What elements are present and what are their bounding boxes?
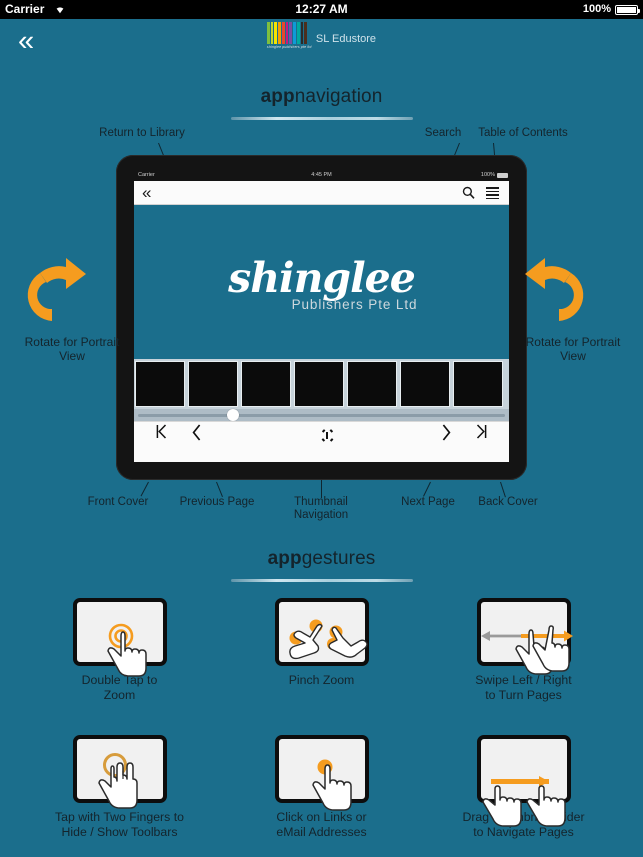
- search-icon[interactable]: [462, 186, 475, 199]
- logo-bar: [266, 22, 270, 44]
- chevron-left-icon[interactable]: [192, 424, 201, 441]
- rotate-left-label: Rotate for Portrait View: [24, 335, 120, 363]
- logo-bar: [293, 22, 296, 44]
- gesture-tile: [72, 598, 167, 677]
- skip-to-first-icon[interactable]: [156, 424, 167, 439]
- gesture-swipe[interactable]: Swipe Left / Right to Turn Pages: [454, 598, 594, 703]
- brand-logo: shinglee publishers pte ltd: [266, 22, 312, 49]
- callout-back-cover: Back Cover: [478, 496, 538, 508]
- logo-bar: [274, 22, 278, 44]
- ipad-battery-icon: [497, 173, 508, 178]
- brand-name: SL Edustore: [315, 33, 377, 45]
- leader-next-page: [423, 481, 431, 497]
- gesture-pinch-zoom[interactable]: Pinch Zoom: [252, 598, 392, 703]
- callout-table-of-contents: Table of Contents: [478, 127, 568, 139]
- slider-track: [138, 414, 505, 417]
- logo-bar: [281, 22, 285, 44]
- heading-regular-navigation: navigation: [294, 86, 383, 107]
- gesture-tile: [476, 735, 571, 827]
- heading-divider-gestures: [230, 579, 413, 582]
- thumbnail-item[interactable]: [347, 361, 397, 407]
- logo-bar: [270, 22, 274, 44]
- page-logo-word: shinglee: [228, 254, 416, 302]
- logo-color-bars: [266, 22, 307, 44]
- logo-bar: [278, 22, 281, 44]
- app-screen: Carrier 12:27 AM 100% « shinglee publish…: [0, 0, 643, 857]
- thumbnail-strip[interactable]: [134, 359, 509, 409]
- heading-regular-gestures: gestures: [301, 548, 376, 569]
- logo-bar: [285, 22, 289, 44]
- thumbnail-slider[interactable]: [134, 409, 509, 421]
- gesture-tap-link[interactable]: Click on Links or eMail Addresses: [252, 735, 392, 840]
- heading-bold-navigation: app: [260, 86, 295, 107]
- device-status-bar: Carrier 12:27 AM 100%: [0, 0, 643, 19]
- ipad-device: Carrier 4:45 PM 100% « shinglee Publishe…: [116, 155, 527, 480]
- thumbnail-item[interactable]: [453, 361, 503, 407]
- thumbnail-item[interactable]: [294, 361, 344, 407]
- callout-front-cover: Front Cover: [87, 496, 149, 508]
- app-bar: « shinglee publishers pte ltd SL Edustor…: [0, 19, 643, 65]
- rotate-left-callout: Rotate for Portrait View: [20, 255, 124, 363]
- brand-logo-subtitle: shinglee publishers pte ltd: [266, 45, 312, 49]
- callout-next-page: Next Page: [401, 496, 455, 508]
- reader-top-toolbar: «: [134, 181, 509, 205]
- logo-bar: [296, 22, 300, 44]
- gesture-tile: [274, 598, 369, 666]
- logo-bar: [289, 22, 293, 44]
- chevron-right-icon[interactable]: [442, 424, 451, 441]
- callout-return-to-library: Return to Library: [99, 127, 185, 139]
- thumbnail-item[interactable]: [241, 361, 291, 407]
- logo-bar: [304, 22, 307, 44]
- reader-back-button[interactable]: «: [142, 183, 152, 203]
- ipad-battery-percent: 100%: [480, 172, 495, 178]
- gesture-row-1: Double Tap to Zoom Pinch Zoom Swipe Left…: [0, 598, 643, 703]
- gesture-grid: Double Tap to Zoom Pinch Zoom Swipe Left…: [0, 598, 643, 840]
- heading-bold-gestures: app: [267, 548, 302, 569]
- page-logo-tagline: Publishers Pte Ltd: [291, 297, 418, 312]
- gesture-double-tap[interactable]: Double Tap to Zoom: [50, 598, 190, 703]
- callout-thumbnail-navigation: Thumbnail Navigation: [293, 496, 349, 521]
- thumbnail-item[interactable]: [135, 361, 185, 407]
- reader-bottom-toolbar: [134, 421, 509, 462]
- list-icon[interactable]: [486, 187, 499, 199]
- gesture-two-finger-tap[interactable]: Tap with Two Fingers to Hide / Show Tool…: [50, 735, 190, 840]
- callout-previous-page: Previous Page: [179, 496, 255, 508]
- gesture-tile: [72, 735, 167, 809]
- slider-handle[interactable]: [226, 409, 239, 421]
- section-heading-navigation: appnavigation: [0, 86, 643, 120]
- gesture-tile: [274, 735, 369, 811]
- logo-bar: [300, 22, 304, 44]
- rotate-counterclockwise-icon: [521, 255, 625, 333]
- clock-label: 12:27 AM: [295, 2, 348, 16]
- section-heading-gestures: appgestures: [0, 548, 643, 582]
- skip-to-last-icon[interactable]: [476, 424, 487, 439]
- leader-previous-page: [216, 481, 223, 498]
- gesture-drag-slider[interactable]: Drag Thumbnial Slider to Navigate Pages: [454, 735, 594, 840]
- brand-block: shinglee publishers pte ltd SL Edustore: [0, 22, 643, 49]
- ipad-screen: « shinglee Publishers Pte Ltd Thumbnail …: [134, 181, 509, 462]
- thumbnail-item[interactable]: [400, 361, 450, 407]
- battery-percent-label: 100%: [582, 3, 611, 15]
- leader-front-cover: [140, 481, 149, 497]
- callout-search: Search: [424, 127, 462, 139]
- thumbnail-item[interactable]: [188, 361, 238, 407]
- ipad-clock-label: 4:45 PM: [311, 172, 332, 178]
- battery-full-icon: [615, 5, 640, 15]
- heading-divider-navigation: [230, 117, 413, 120]
- gesture-tile: [476, 598, 573, 675]
- rotate-right-label: Rotate for Portrait View: [525, 335, 621, 363]
- rotate-clockwise-icon: [20, 255, 124, 333]
- rotate-right-callout: Rotate for Portrait View: [521, 255, 625, 363]
- reader-page-content: shinglee Publishers Pte Ltd: [134, 257, 509, 312]
- gesture-row-2: Tap with Two Fingers to Hide / Show Tool…: [0, 735, 643, 840]
